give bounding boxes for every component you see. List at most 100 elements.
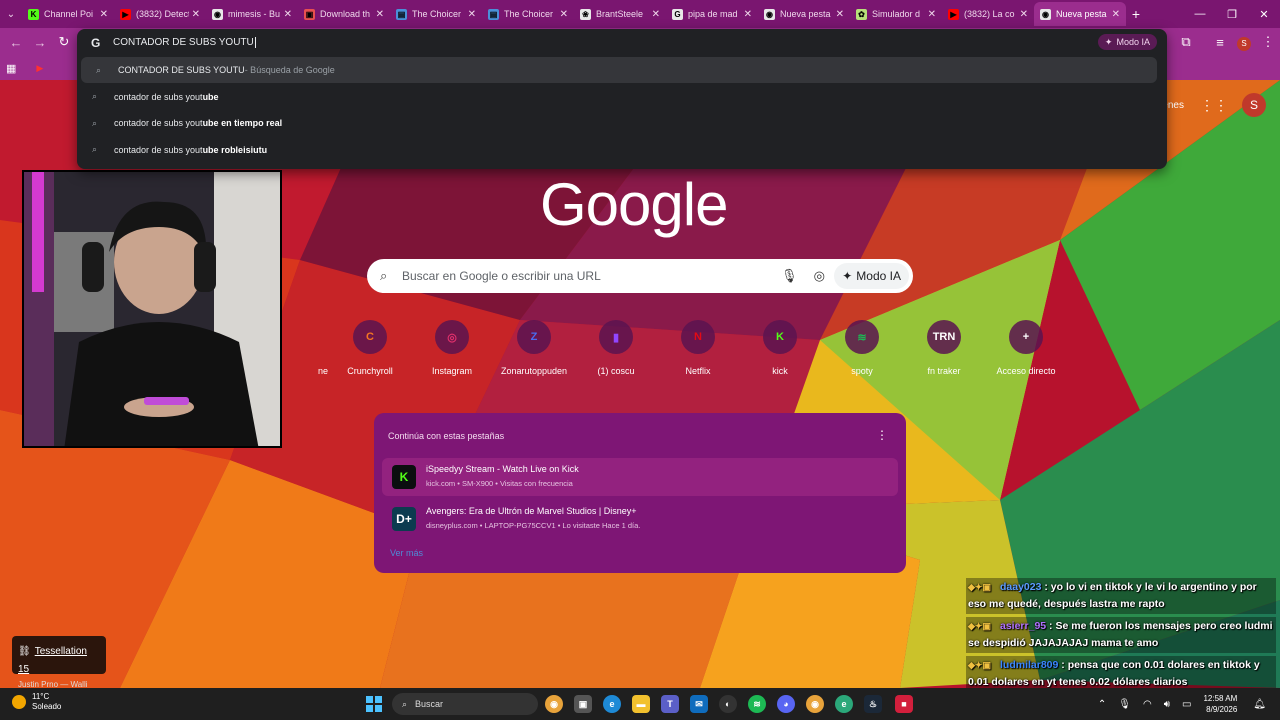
discord-icon[interactable]: ◕	[777, 695, 795, 713]
address-bar[interactable]: G CONTADOR DE SUBS YOUTU	[77, 29, 1167, 56]
account-avatar[interactable]: S	[1242, 93, 1266, 117]
close-tab-icon[interactable]: ✕	[652, 9, 660, 20]
shortcut-tile[interactable]: N Netflix	[658, 320, 738, 376]
close-tab-icon[interactable]: ✕	[836, 9, 844, 20]
continue-card-title: Continúa con estas pestañas	[388, 431, 505, 441]
chrome-taskbar-icon[interactable]: ◉	[545, 695, 563, 713]
search-input[interactable]: Buscar en Google o escribir una URL	[402, 269, 774, 283]
new-tab-button[interactable]: +	[1126, 6, 1146, 22]
shortcut-tile[interactable]: + Acceso directo	[986, 320, 1066, 376]
tab-6[interactable]: ❀ BrantSteele ✕	[574, 2, 666, 26]
edge-icon[interactable]: e	[603, 695, 621, 713]
shortcut-tile[interactable]: C Crunchyroll	[330, 320, 410, 376]
suggestion-item[interactable]: ⌕ CONTADOR DE SUBS YOUTU - Búsqueda de Go…	[81, 57, 1157, 83]
suggestion-item[interactable]: ⌕ contador de subs yout ube	[77, 84, 1167, 110]
tab-11[interactable]: ◉ Nueva pesta ✕	[1034, 2, 1126, 26]
volume-icon[interactable]: 🔊︎	[1164, 699, 1170, 710]
shortcut-label: Zonarutoppuden	[500, 366, 568, 376]
ntp-search-box[interactable]: ⌕ Buscar en Google o escribir una URL 🎙︎…	[367, 259, 913, 293]
see-more-link[interactable]: Ver más	[390, 548, 423, 558]
tab-10[interactable]: ▶ (3832) La co ✕	[942, 2, 1034, 26]
close-tab-icon[interactable]: ✕	[1112, 9, 1120, 20]
shortcut-tile[interactable]: ≋ spoty	[822, 320, 902, 376]
chevron-up-icon[interactable]: ⌃	[1098, 699, 1106, 710]
wifi-icon[interactable]: ◠	[1143, 699, 1152, 710]
profile-avatar[interactable]: S	[1232, 34, 1256, 51]
chat-badges-icon: ◆✦▣	[968, 660, 991, 670]
chrome-icon: ◉	[764, 8, 775, 20]
omnibox-modo-ia-button[interactable]: ✦ Modo IA	[1097, 34, 1157, 50]
shortcut-tile[interactable]: TRN fn traker	[904, 320, 984, 376]
tab-8[interactable]: ◉ Nueva pesta ✕	[758, 2, 850, 26]
outlook-icon[interactable]: ✉	[690, 695, 708, 713]
address-bar-input[interactable]: CONTADOR DE SUBS YOUTU	[113, 37, 254, 48]
suggestion-item[interactable]: ⌕ contador de subs yout ube robleisiutu	[77, 137, 1167, 163]
close-tab-icon[interactable]: ✕	[560, 9, 568, 20]
close-tab-icon[interactable]: ✕	[100, 9, 108, 20]
tab-3[interactable]: ▣ Download th ✕	[298, 2, 390, 26]
tab-9[interactable]: ✿ Simulador d ✕	[850, 2, 942, 26]
google-lens-icon[interactable]: ◎	[804, 268, 834, 284]
clock[interactable]: 12:58 AM 8/9/2026	[1203, 693, 1237, 715]
github-desktop-icon[interactable]: ◐	[719, 695, 737, 713]
close-tab-icon[interactable]: ✕	[744, 9, 752, 20]
close-tab-icon[interactable]: ✕	[376, 9, 384, 20]
tab-4[interactable]: ▤ The Choicer ✕	[390, 2, 482, 26]
recorder-icon[interactable]: ■	[895, 695, 913, 713]
shortcut-tile[interactable]: ◎ Instagram	[412, 320, 492, 376]
shortcut-tile[interactable]: ▮ (1) coscu	[576, 320, 656, 376]
close-tab-icon[interactable]: ✕	[468, 9, 476, 20]
tab-search-dropdown-icon[interactable]: ⌄	[0, 9, 22, 20]
shortcut-icon: N	[681, 320, 715, 354]
back-icon[interactable]: ←	[4, 35, 28, 50]
browser-menu-icon[interactable]: ⋮	[1256, 34, 1280, 50]
teams-icon[interactable]: T	[661, 695, 679, 713]
steam-icon[interactable]: ♨	[864, 695, 882, 713]
taskview-icon[interactable]: ▣	[574, 695, 592, 713]
weather-widget[interactable]: 11°C Soleado	[12, 692, 61, 712]
forward-icon[interactable]: →	[28, 35, 52, 50]
close-tab-icon[interactable]: ✕	[1020, 9, 1028, 20]
restore-icon[interactable]: ❐	[1216, 8, 1248, 21]
tab-5[interactable]: ▤ The Choicer ✕	[482, 2, 574, 26]
chrome-profile-icon[interactable]: ◉	[806, 695, 824, 713]
reload-icon[interactable]: ↻	[52, 34, 76, 50]
shortcut-label: fn traker	[927, 366, 961, 376]
tab-2[interactable]: ◉ mimesis - Bu ✕	[206, 2, 298, 26]
tab-label: BrantSteele	[596, 9, 644, 19]
file-explorer-icon[interactable]: ▬	[632, 695, 650, 713]
apps-grid-icon[interactable]: ▦	[6, 62, 16, 75]
google-apps-icon[interactable]: ⋮⋮	[1200, 97, 1228, 114]
close-tab-icon[interactable]: ✕	[192, 9, 200, 20]
microphone-icon[interactable]: 🎙︎	[774, 268, 804, 284]
microphone-icon[interactable]: 🎙︎	[1118, 699, 1131, 710]
tab-1[interactable]: ▶ (3832) Detect ✕	[114, 2, 206, 26]
taskbar-search-box[interactable]: ⌕ Buscar	[392, 693, 538, 715]
chat-username[interactable]: daay023	[1000, 581, 1041, 593]
minimize-icon[interactable]: —	[1184, 8, 1216, 20]
shortcut-tile[interactable]: Kkick	[740, 320, 820, 376]
suggestion-item[interactable]: ⌕ contador de subs yout ube en tiempo real	[77, 110, 1167, 136]
continue-tab-item[interactable]: D+ Avengers: Era de Ultrón de Marvel Stud…	[382, 500, 898, 538]
notifications-icon[interactable]: 🔔︎	[1253, 699, 1266, 710]
extensions-icon[interactable]: ⧉	[1174, 34, 1198, 50]
close-tab-icon[interactable]: ✕	[928, 9, 936, 20]
spotify-icon[interactable]: ≋	[748, 695, 766, 713]
battery-icon[interactable]: ▭	[1182, 699, 1191, 710]
chat-username[interactable]: asierr_95	[1000, 620, 1046, 632]
chat-username[interactable]: ludmilar809	[1000, 659, 1058, 671]
windows-start-icon[interactable]	[366, 696, 382, 712]
bookmark-youtube-icon[interactable]: ▶	[36, 63, 43, 74]
search-modo-ia-button[interactable]: ✦ Modo IA	[834, 263, 909, 289]
shortcut-tile[interactable]: Z Zonarutoppuden	[494, 320, 574, 376]
close-tab-icon[interactable]: ✕	[284, 9, 292, 20]
tab-7[interactable]: Gpipa de mad ✕	[666, 2, 758, 26]
close-window-icon[interactable]: ✕	[1248, 8, 1280, 21]
shortcut-label: Acceso directo	[996, 366, 1056, 376]
media-controls-icon[interactable]: ≡	[1208, 35, 1232, 50]
shortcut-icon: ▮	[599, 320, 633, 354]
continue-tab-item[interactable]: KiSpeedyy Stream - Watch Live on Kick kic…	[382, 458, 898, 496]
more-options-icon[interactable]: ⋮	[876, 428, 888, 442]
edge-dev-icon[interactable]: e	[835, 695, 853, 713]
tab-0[interactable]: K Channel Poi ✕	[22, 2, 114, 26]
